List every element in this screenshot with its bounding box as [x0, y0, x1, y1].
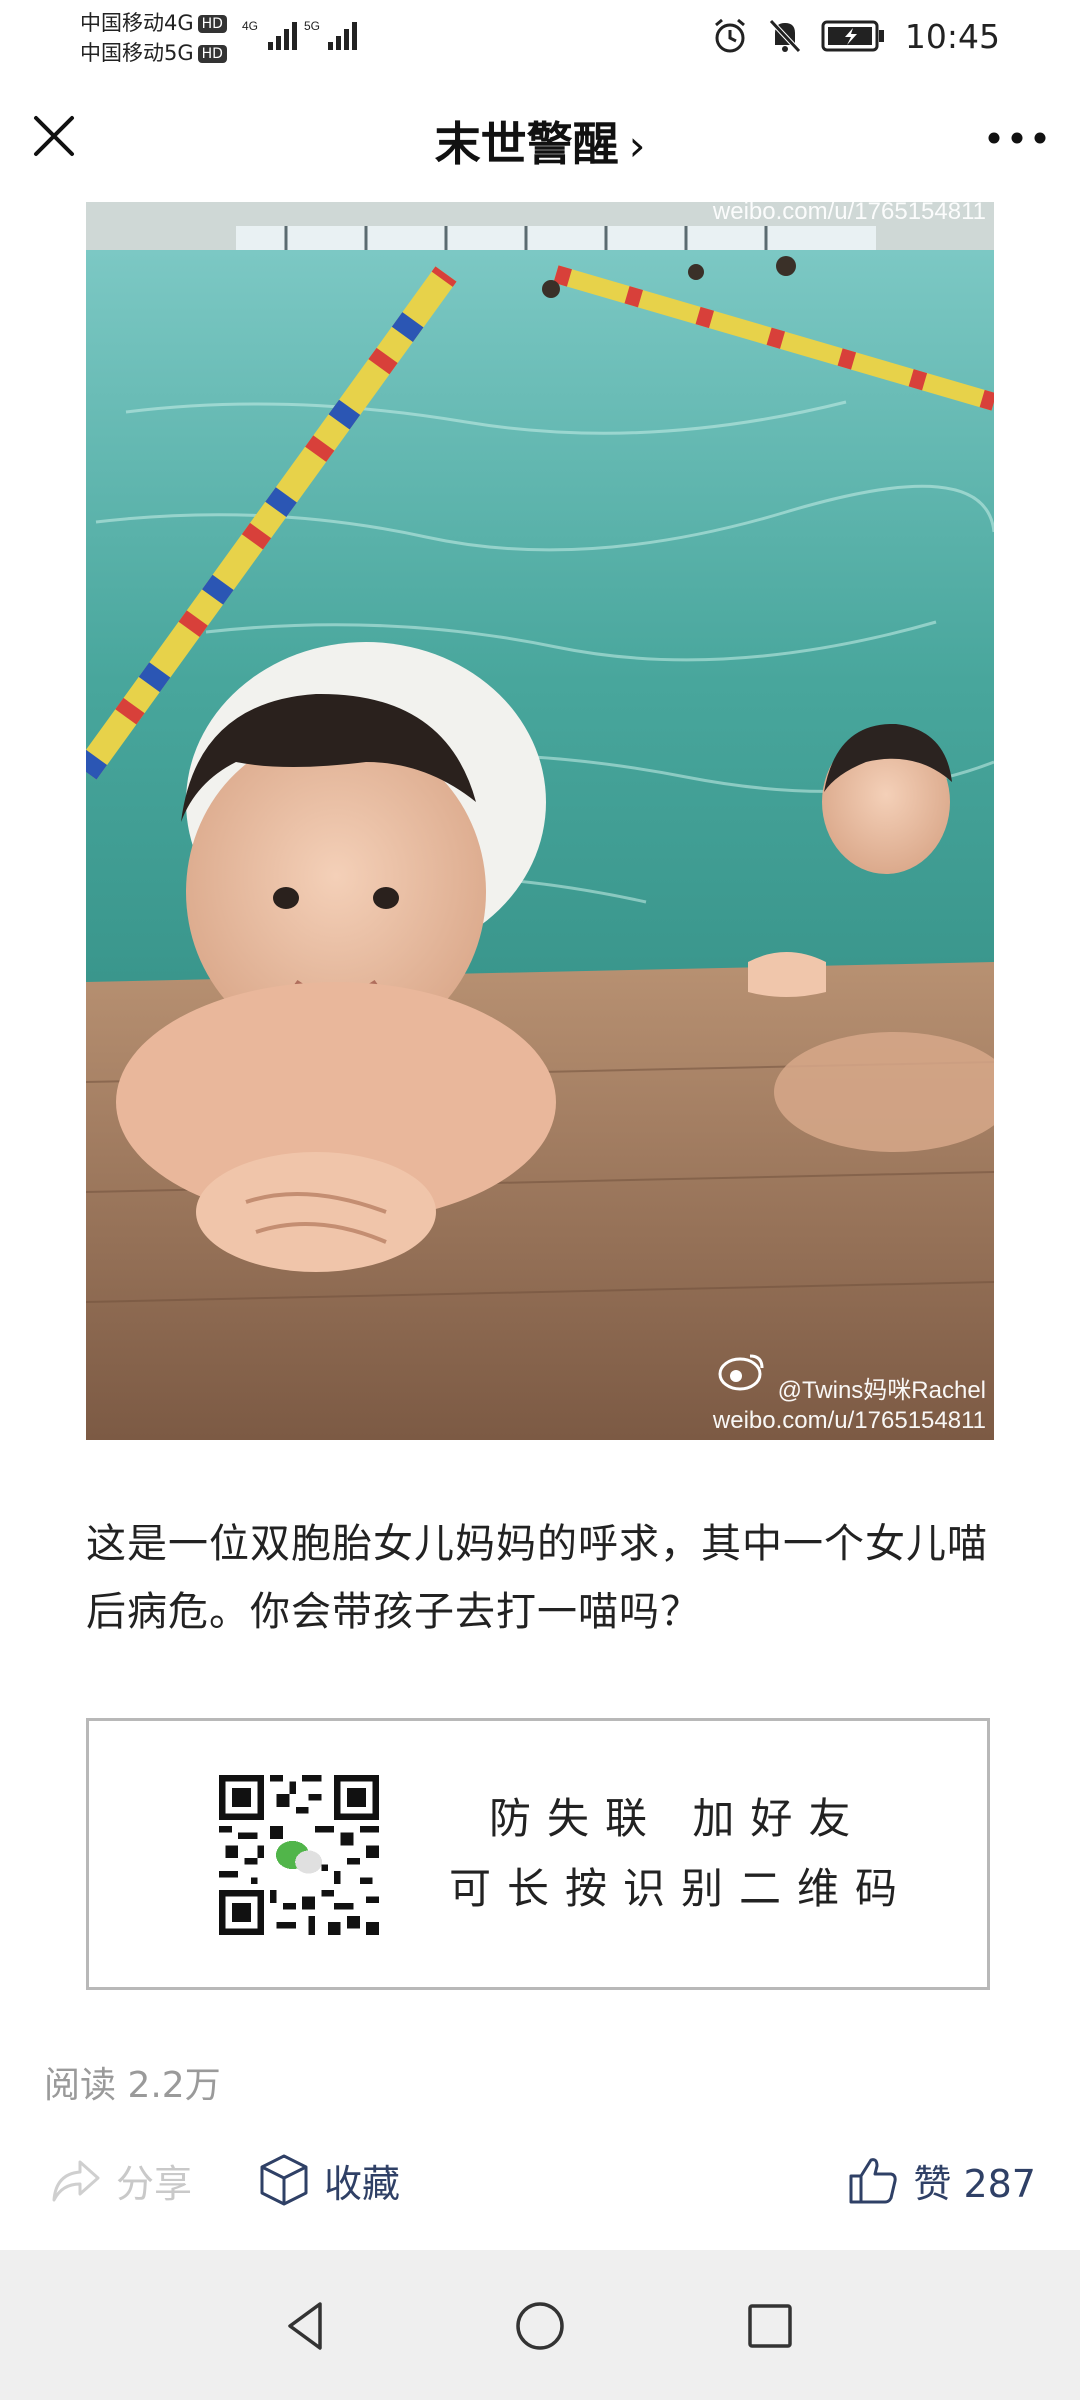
home-circle-icon[interactable]: [508, 2294, 572, 2358]
status-right: 10:45: [711, 14, 1000, 58]
carrier-info: 中国移动4G HD 中国移动5G HD: [80, 8, 227, 68]
network-5g-label: 5G: [304, 19, 320, 33]
mute-icon: [769, 19, 801, 53]
action-row: 分享 收藏 赞 287: [0, 2140, 1080, 2220]
account-title[interactable]: 末世警醒 ›: [0, 108, 1080, 174]
carrier-2: 中国移动5G: [80, 41, 194, 65]
nav-bar: 末世警醒 ›: [0, 78, 1080, 198]
favorite-label: 收藏: [324, 2161, 401, 2206]
qr-caption-line1: 防失联 加好友: [489, 1794, 867, 1843]
read-count: 阅读 2.2万: [44, 2065, 221, 2106]
qr-card[interactable]: 防失联 加好友 可长按识别二维码: [86, 1718, 990, 1990]
recents-square-icon[interactable]: [738, 2294, 802, 2358]
system-nav-bar: [0, 2250, 1080, 2400]
watermark-top: weibo.com/u/1765154811: [712, 202, 986, 225]
signal-5g-icon: 5G: [304, 19, 357, 50]
more-icon[interactable]: [984, 118, 1050, 158]
watermark-bottom: @Twins妈咪Rachel weibo.com/u/1765154811: [713, 1376, 986, 1436]
status-bar: 中国移动4G HD 中国移动5G HD 4G 5G 10:45: [0, 0, 1080, 78]
share-button[interactable]: 分享: [50, 2140, 192, 2220]
cube-favorite-icon: [260, 2154, 308, 2206]
clock: 10:45: [904, 16, 1000, 56]
back-triangle-icon[interactable]: [276, 2294, 340, 2358]
watermark-url: weibo.com/u/1765154811: [712, 1407, 986, 1434]
battery-icon: [821, 20, 884, 52]
article-paragraph: 这是一位双胞胎女儿妈妈的呼求，其中一个女儿喵后病危。你会带孩子去打一喵吗？: [86, 1521, 988, 1635]
alarm-icon: [714, 18, 745, 53]
share-label: 分享: [116, 2161, 193, 2206]
carrier-1: 中国移动4G: [80, 11, 194, 35]
share-icon: [52, 2160, 100, 2202]
pool-photo-illustration: [86, 202, 994, 1440]
account-name: 末世警醒: [434, 117, 619, 171]
thumbs-up-icon: [849, 2158, 898, 2204]
hd-badge-2: HD: [197, 45, 227, 63]
like-button[interactable]: 赞 287: [847, 2140, 1036, 2220]
hd-badge-1: HD: [197, 15, 227, 33]
qr-caption-line2: 可长按识别二维码: [449, 1864, 914, 1913]
watermark-handle: @Twins妈咪Rachel: [777, 1377, 986, 1404]
qr-code-icon[interactable]: [219, 1775, 379, 1935]
favorite-button[interactable]: 收藏: [258, 2140, 400, 2220]
article-photo[interactable]: weibo.com/u/1765154811 @Twins妈咪Rachel we…: [86, 202, 994, 1440]
like-label: 赞 287: [913, 2161, 1036, 2206]
network-4g-label: 4G: [242, 19, 258, 33]
chevron-right-icon: ›: [628, 121, 646, 170]
